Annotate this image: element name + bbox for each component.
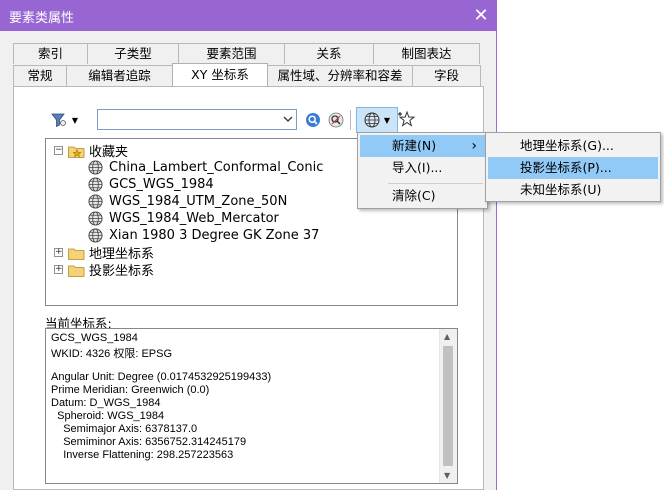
details-line: Semiminor Axis: 6356752.314245179 [51,436,247,448]
collapse-icon[interactable]: − [54,146,63,155]
menu-item-geographic-label: 地理坐标系(G)... [520,138,614,153]
toolbar-separator [350,110,351,130]
tree-node-favorites[interactable]: − 收藏夹 [54,142,129,160]
tree-node-geographic[interactable]: + 地理坐标系 [54,244,154,262]
tree-item[interactable]: GCS_WGS_1984 [88,176,214,193]
menu-item-unknown-label: 未知坐标系(U) [520,182,602,197]
menu-item-import[interactable]: 导入(I)... [360,157,485,179]
scroll-down-icon[interactable]: ▼ [444,471,450,480]
details-line: Spheroid: WGS_1984 [51,410,165,422]
tree-label-projected: 投影坐标系 [89,264,155,279]
tree-label-favorites: 收藏夹 [89,145,129,160]
tree-item-label: China_Lambert_Conformal_Conic [109,160,324,175]
title-bar[interactable]: 要素类属性 ✕ [0,0,497,31]
tree-item-label: WGS_1984_Web_Mercator [109,211,279,226]
expand-icon[interactable]: + [54,248,63,257]
add-coordinate-system-button[interactable]: ▼ [356,107,398,133]
clear-search-icon[interactable] [327,111,344,128]
tab-fields[interactable]: 字段 [412,65,481,86]
tab-xy-coordinate-system[interactable]: XY 坐标系 [172,63,268,86]
tab-feature-extent[interactable]: 要素范围 [178,43,285,64]
tree-item[interactable]: China_Lambert_Conformal_Conic [88,159,323,176]
tab-row-2: 常规 编辑者追踪 XY 坐标系 属性域、分辨率和容差 字段 [13,63,481,86]
tree-item-label: Xian 1980 3 Degree GK Zone 37 [109,228,320,243]
favorites-folder-icon [68,145,85,158]
details-line: Semimajor Axis: 6378137.0 [51,423,198,435]
properties-dialog: 要素类属性 ✕ 索引 子类型 要素范围 关系 制图表达 常规 编辑者追踪 XY … [0,0,497,490]
details-line: GCS_WGS_1984 [51,332,138,344]
tab-representations[interactable]: 制图表达 [373,43,480,64]
scroll-up-icon[interactable]: ▲ [444,332,450,341]
submenu-new: 地理坐标系(G)... 投影坐标系(P)... 未知坐标系(U) [485,132,661,202]
star-add-icon[interactable] [398,110,416,128]
menu-item-unknown-crs[interactable]: 未知坐标系(U) [488,179,658,201]
window-title: 要素类属性 [9,11,75,26]
tab-general[interactable]: 常规 [13,65,67,86]
tree-item-label: WGS_1984_UTM_Zone_50N [109,194,288,209]
tab-domain-resolution-tolerance[interactable]: 属性域、分辨率和容差 [267,65,413,86]
tab-row-1: 索引 子类型 要素范围 关系 制图表达 [13,43,480,64]
menu-item-import-label: 导入(I)... [392,160,443,175]
globe-icon [364,112,380,128]
menu-item-clear[interactable]: 清除(C) [360,185,485,207]
menu-separator [388,183,483,184]
chevron-down-icon[interactable] [282,112,294,126]
details-scrollbar[interactable]: ▲ ▼ [439,329,457,483]
details-line: Inverse Flattening: 298.257223563 [51,449,234,461]
tree-item-label: GCS_WGS_1984 [109,177,214,192]
globe-icon [88,177,103,192]
menu-item-new[interactable]: 新建(N) › [360,135,485,157]
globe-icon [88,228,103,243]
menu-item-projected-crs[interactable]: 投影坐标系(P)... [488,157,658,179]
tab-relationships[interactable]: 关系 [284,43,374,64]
tree-item[interactable]: WGS_1984_UTM_Zone_50N [88,193,287,210]
globe-icon [88,211,103,226]
details-line: Datum: D_WGS_1984 [51,397,161,409]
filter-dropdown-icon[interactable]: ▼ [71,115,79,125]
tree-node-projected[interactable]: + 投影坐标系 [54,261,155,279]
current-coordinate-system-details[interactable]: GCS_WGS_1984 WKID: 4326 权限: EPSG Angular… [45,328,458,484]
filter-icon[interactable] [50,111,68,129]
menu-item-projected-label: 投影坐标系(P)... [520,160,612,175]
globe-icon [88,160,103,175]
search-icon[interactable] [304,111,321,128]
tab-index[interactable]: 索引 [13,43,88,64]
expand-icon[interactable]: + [54,265,63,274]
tree-item[interactable]: WGS_1984_Web_Mercator [88,210,279,227]
close-button[interactable]: ✕ [465,0,497,31]
scrollbar-thumb[interactable] [443,346,453,466]
menu-item-geographic-crs[interactable]: 地理坐标系(G)... [488,135,658,157]
context-menu: 新建(N) › 导入(I)... 清除(C) [357,132,488,209]
details-line: Prime Meridian: Greenwich (0.0) [51,384,210,396]
folder-icon [68,264,85,277]
search-input[interactable] [97,109,297,130]
details-line: WKID: 4326 权限: EPSG [51,348,173,360]
tab-subtypes[interactable]: 子类型 [87,43,179,64]
globe-icon [88,194,103,209]
dropdown-arrow-icon: ▼ [383,115,391,125]
submenu-arrow-icon: › [471,138,477,154]
folder-icon [68,247,85,260]
menu-item-clear-label: 清除(C) [392,188,436,203]
details-line: Angular Unit: Degree (0.0174532925199433… [51,371,272,383]
tree-item[interactable]: Xian 1980 3 Degree GK Zone 37 [88,227,319,244]
menu-item-new-label: 新建(N) [392,138,437,153]
tab-editor-tracking[interactable]: 编辑者追踪 [66,65,173,86]
